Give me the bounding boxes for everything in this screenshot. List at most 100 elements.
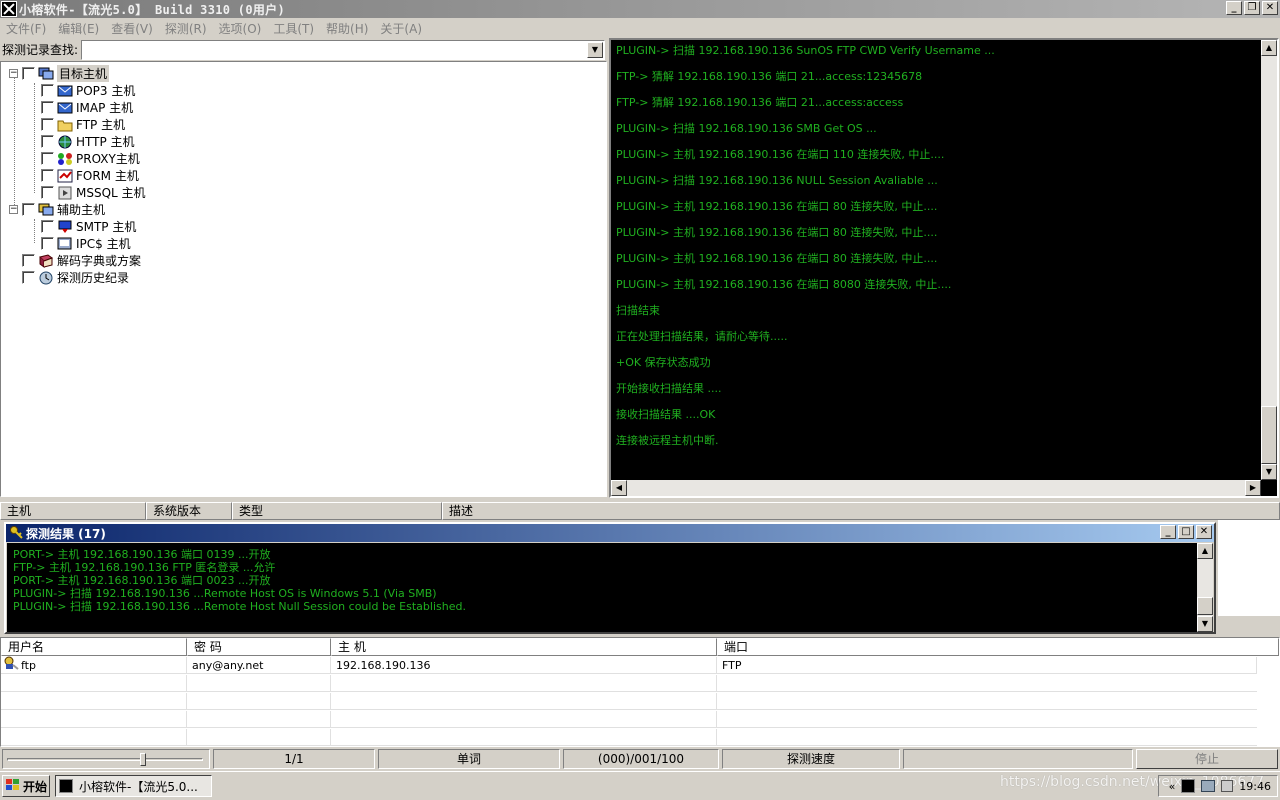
results-title: 探测结果 (17): [26, 526, 106, 541]
console-vertical-scrollbar[interactable]: ▲ ▼: [1261, 40, 1277, 480]
tree-node-pop3[interactable]: POP3 主机: [41, 82, 135, 99]
collapse-icon[interactable]: −: [9, 69, 18, 78]
column-username[interactable]: 用户名: [1, 638, 187, 656]
column-description[interactable]: 描述: [442, 502, 1280, 520]
minimize-button[interactable]: _: [1226, 1, 1242, 15]
tree-label: HTTP 主机: [76, 135, 135, 149]
scroll-thumb[interactable]: [1261, 406, 1277, 464]
checkbox[interactable]: [41, 135, 54, 148]
slider-thumb[interactable]: [140, 753, 146, 766]
scroll-down-icon[interactable]: ▼: [1261, 464, 1277, 480]
tray-chevron-icon[interactable]: «: [1169, 780, 1176, 793]
log-line: +OK 保存状态成功: [616, 356, 711, 369]
checkbox[interactable]: [22, 67, 35, 80]
checkbox[interactable]: [22, 203, 35, 216]
tree-node-proxy[interactable]: PROXY主机: [41, 150, 140, 167]
tree-node-smtp[interactable]: SMTP 主机: [41, 218, 136, 235]
close-button[interactable]: ✕: [1262, 1, 1278, 15]
stop-button[interactable]: 停止: [1136, 749, 1278, 769]
tree-node-http[interactable]: HTTP 主机: [41, 133, 135, 150]
column-port[interactable]: 端口: [717, 638, 1279, 656]
checkbox[interactable]: [41, 186, 54, 199]
tray-network-icon[interactable]: [1201, 780, 1216, 792]
tree-node-dictionary[interactable]: 解码字典或方案: [22, 252, 141, 269]
tree-node-mssql[interactable]: MSSQL 主机: [41, 184, 146, 201]
column-os-version[interactable]: 系统版本: [146, 502, 232, 520]
checkbox[interactable]: [41, 101, 54, 114]
tray-volume-icon[interactable]: [1221, 780, 1234, 792]
status-page: 1/1: [213, 749, 375, 769]
menu-tools[interactable]: 工具(T): [269, 20, 322, 37]
menu-probe[interactable]: 探测(R): [161, 20, 215, 37]
start-button[interactable]: 开始: [2, 775, 50, 797]
checkbox[interactable]: [22, 271, 35, 284]
tree-node-form[interactable]: FORM 主机: [41, 167, 139, 184]
scroll-up-icon[interactable]: ▲: [1197, 543, 1213, 559]
checkbox[interactable]: [41, 118, 54, 131]
menu-file[interactable]: 文件(F): [2, 20, 54, 37]
speed-slider[interactable]: [2, 749, 210, 769]
checkbox[interactable]: [41, 152, 54, 165]
chevron-down-icon[interactable]: ▼: [587, 42, 603, 58]
column-host[interactable]: 主 机: [331, 638, 717, 656]
search-combobox[interactable]: ▼: [81, 40, 605, 60]
window-title: 小榕软件-【流光5.0】 Build 3310 (0用户): [19, 2, 285, 17]
menu-view[interactable]: 查看(V): [107, 20, 161, 37]
cell-password: any@any.net: [187, 657, 331, 674]
tray-app-icon[interactable]: [1181, 779, 1196, 793]
table-row[interactable]: ftp any@any.net 192.168.190.136 FTP: [1, 656, 1257, 675]
scroll-thumb[interactable]: [1197, 597, 1213, 615]
history-icon: [38, 271, 54, 285]
maximize-button[interactable]: □: [1178, 525, 1194, 539]
collapse-icon[interactable]: −: [9, 205, 18, 214]
checkbox[interactable]: [41, 84, 54, 97]
checkbox[interactable]: [41, 220, 54, 233]
results-log: PORT-> 主机 192.168.190.136 端口 0139 ...开放 …: [7, 543, 1213, 632]
tree-label: SMTP 主机: [76, 220, 137, 234]
console-horizontal-scrollbar[interactable]: ◀ ▶: [611, 480, 1261, 496]
tree-label: 目标主机: [57, 65, 110, 82]
aux-computer-icon: [38, 203, 54, 217]
menu-edit[interactable]: 编辑(E): [54, 20, 107, 37]
minimize-button[interactable]: _: [1160, 525, 1176, 539]
tree-node-target-hosts[interactable]: − 目标主机: [9, 65, 110, 82]
column-password[interactable]: 密 码: [187, 638, 331, 656]
windows-logo-icon: [6, 778, 20, 794]
table-row: [1, 729, 1257, 746]
scroll-up-icon[interactable]: ▲: [1261, 40, 1277, 56]
scroll-right-icon[interactable]: ▶: [1245, 480, 1261, 496]
mail-server-icon: [57, 101, 73, 115]
caption-buttons: _ ❐ ✕: [1226, 1, 1278, 15]
status-empty: [903, 749, 1133, 769]
user-key-icon: [3, 656, 19, 675]
log-line: PLUGIN-> 扫描 192.168.190.136 NULL Session…: [616, 174, 938, 187]
checkbox[interactable]: [22, 254, 35, 267]
close-button[interactable]: ✕: [1196, 525, 1212, 539]
tree-node-imap[interactable]: IMAP 主机: [41, 99, 133, 116]
tree-label: 辅助主机: [57, 203, 106, 217]
scroll-down-icon[interactable]: ▼: [1197, 616, 1213, 632]
mail-server-icon: [57, 84, 73, 98]
log-line: 开始接收扫描结果 ....: [616, 382, 722, 395]
scroll-left-icon[interactable]: ◀: [611, 480, 627, 496]
app-icon[interactable]: [1, 1, 17, 17]
menu-options[interactable]: 选项(O): [215, 20, 270, 37]
results-vertical-scrollbar[interactable]: ▲ ▼: [1197, 543, 1213, 632]
checkbox[interactable]: [41, 237, 54, 250]
tree-node-ftp[interactable]: FTP 主机: [41, 116, 125, 133]
maximize-button[interactable]: ❐: [1244, 1, 1260, 15]
tree-node-history[interactable]: 探测历史纪录: [22, 269, 129, 286]
log-line: PLUGIN-> 主机 192.168.190.136 在端口 80 连接失败,…: [616, 252, 938, 265]
menu-help[interactable]: 帮助(H): [322, 20, 376, 37]
tree-label: MSSQL 主机: [76, 186, 146, 200]
checkbox[interactable]: [41, 169, 54, 182]
menu-about[interactable]: 关于(A): [376, 20, 430, 37]
taskbar-item-app[interactable]: 小榕软件-【流光5.0...: [55, 775, 212, 797]
tree-node-aux-hosts[interactable]: − 辅助主机: [9, 201, 105, 218]
tree-node-ipc[interactable]: IPC$ 主机: [41, 235, 131, 252]
column-type[interactable]: 类型: [232, 502, 442, 520]
log-line: 扫描结束: [616, 304, 660, 317]
book-icon: [38, 253, 54, 268]
clock: 19:46: [1239, 779, 1271, 793]
column-host[interactable]: 主机: [0, 502, 146, 520]
